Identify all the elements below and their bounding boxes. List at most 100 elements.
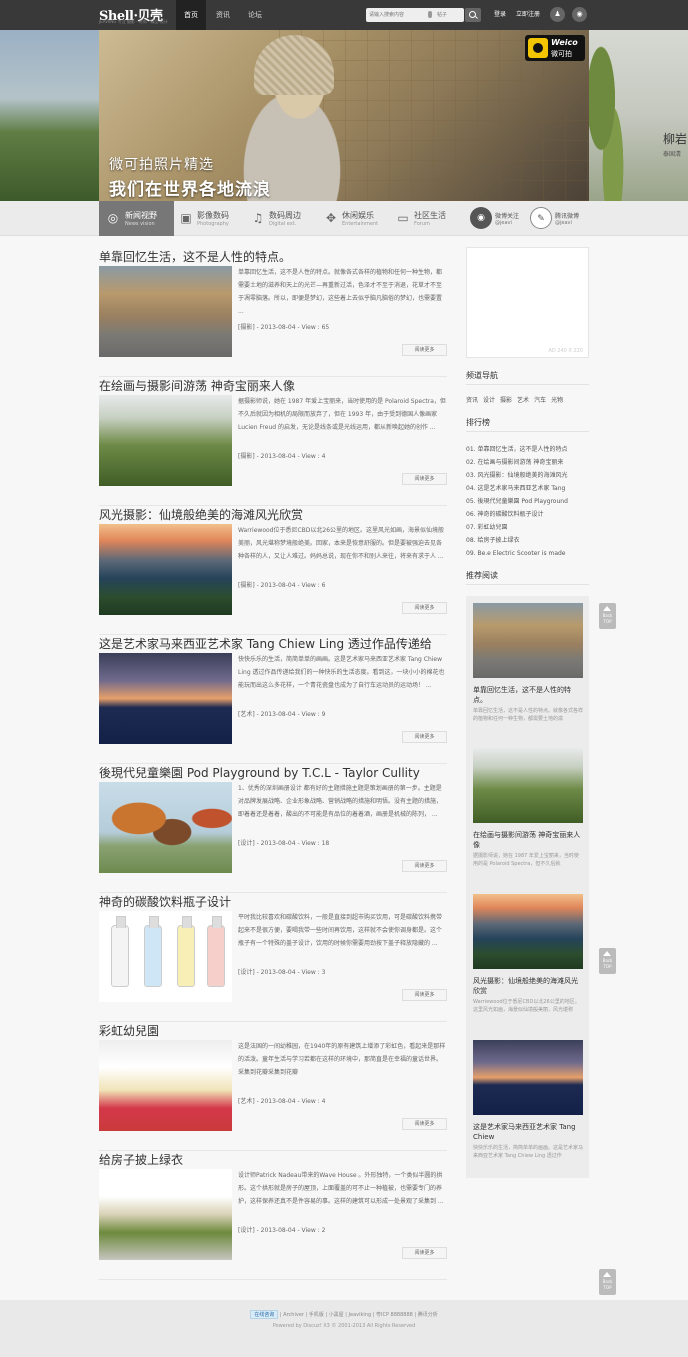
sina-weibo-icon: ◉ [470,207,492,229]
article-item: 给房子披上绿衣 设计师Patrick Nadeau带来的Wave House 。… [99,1151,447,1280]
online-consult-button[interactable]: 在线咨询 [250,1310,279,1319]
category-label: 新闻视野 [125,211,157,220]
recommended-title[interactable]: 这是艺术家马来西亚艺术家 Tang Chiew [473,1122,583,1142]
back-to-top-button[interactable]: Back TOP [599,948,616,974]
chat-bubble-icon: ▭ [397,211,409,225]
banner-headline: 我们在世界各地流浪 [109,180,271,200]
ranking-item[interactable]: 07. 彩虹幼兒園 [466,521,589,534]
register-link[interactable]: 立即注册 [516,0,540,30]
recommended-thumbnail[interactable] [473,748,583,823]
article-thumbnail[interactable] [99,524,232,615]
ranking-item[interactable]: 09. Be.e Electric Scooter is made [466,547,589,560]
channel-links: 资讯 设计 摄影 艺术 汽车 光物 [466,395,589,404]
qq-icon[interactable]: ♟ [550,7,565,22]
ranking-item[interactable]: 05. 後現代兒童樂園 Pod Playground [466,495,589,508]
category-photography[interactable]: ▣ 影像数码 Photography [178,201,246,236]
channel-link[interactable]: 摄影 [500,397,512,404]
recommended-title[interactable]: 在绘画与摄影间游荡 神奇宝丽来人像 [473,830,583,850]
channel-nav-heading: 频道导航 [466,371,498,380]
ranking-list: 01. 单靠回忆生活，这不是人性的特点 02. 在绘画与摄影间游荡 神奇宝丽来 … [466,443,589,560]
channel-link[interactable]: 光物 [551,397,563,404]
article-summary: 这是法国的一间幼稚园，在1940年的原有建筑上增添了彩虹色，看起来是那样的活泼。… [238,1043,446,1076]
category-news-vision[interactable]: ◎ 新闻视野 News vision [99,201,174,236]
category-label: 休闲娱乐 [342,211,374,220]
back-to-top-button[interactable]: Back TOP [599,1269,616,1295]
category-sublabel: Photography [197,221,229,227]
article-thumbnail[interactable] [99,395,232,486]
article-title[interactable]: 後現代兒童樂園 Pod Playground by T.C.L - Taylor… [99,764,420,781]
ranking-item[interactable]: 03. 风光摄影：仙境般绝美的海滩风光 [466,469,589,482]
nav-forum[interactable]: 论坛 [240,0,270,30]
article-thumbnail[interactable] [99,782,232,873]
category-entertainment[interactable]: ✥ 休闲娱乐 Entertainment [323,201,391,236]
article-thumbnail[interactable] [99,266,232,357]
ranking-item[interactable]: 08. 给房子披上绿衣 [466,534,589,547]
article-thumbnail[interactable] [99,1040,232,1131]
article-thumbnail[interactable] [99,911,232,1002]
article-meta: [摄影] - 2013-08-04 - View : 4 [238,453,326,460]
weibo-follow[interactable]: ◉ 微博关注 @jeavi [470,207,528,231]
recommended-summary: Warriewood位于悉尼CBD以北26公里的地区。这里风光如画，海景似仙境般… [473,999,580,1013]
read-more-button[interactable]: 阅读更多 [402,344,447,356]
weibo-icon[interactable]: ◉ [572,7,587,22]
article-thumbnail[interactable] [99,653,232,744]
divider [466,384,589,385]
weico-badge-cn: 微可拍 [551,50,572,58]
category-sublabel: Entertainment [342,221,379,227]
recommended-thumbnail[interactable] [473,1040,583,1115]
social-handle: @jeavi [495,220,512,226]
back-to-top-button[interactable]: Back TOP [599,603,616,629]
article-title[interactable]: 单靠回忆生活，这不是人性的特点。 [99,248,291,265]
site-logo-tagline: JEAVIING 专注 摄影 · 时尚 · 精品 设计 [99,19,168,24]
recommended-thumbnail[interactable] [473,603,583,678]
login-link[interactable]: 登录 [494,0,506,30]
banner-prev-slide[interactable] [0,30,99,201]
article-title[interactable]: 神奇的碳酸饮料瓶子设计 [99,893,231,910]
read-more-button[interactable]: 阅读更多 [402,1247,447,1259]
ranking-item[interactable]: 01. 单靠回忆生活，这不是人性的特点 [466,443,589,456]
channel-link[interactable]: 汽车 [534,397,546,404]
recommended-title[interactable]: 单靠回忆生活，这不是人性的特点。 [473,685,583,705]
article-title[interactable]: 这是艺术家马来西亚艺术家 Tang Chiew Ling 透过作品传递给 [99,635,432,652]
article-item: 风光摄影：仙境般绝美的海滩风光欣赏 Warriewood位于悉尼CBD以北26公… [99,506,447,635]
article-title[interactable]: 风光摄影：仙境般绝美的海滩风光欣赏 [99,506,303,523]
banner-carousel[interactable]: 柳岩 泰国清 Weico 微可拍 微可拍照片精选 我们在世界各地流浪 [0,30,688,201]
category-forum[interactable]: ▭ 社区生活 Forum [395,201,457,236]
category-digital-ext[interactable]: ♫ 数码周边 Digital ext. [250,201,318,236]
article-title[interactable]: 在绘画与摄影间游荡 神奇宝丽来人像 [99,377,295,394]
search-input[interactable] [369,8,427,22]
read-more-button[interactable]: 阅读更多 [402,473,447,485]
divider [466,431,589,432]
read-more-button[interactable]: 阅读更多 [402,731,447,743]
search-type-select[interactable]: 帖子 [437,8,447,22]
photo-camera-icon: ▣ [180,211,192,225]
nav-news[interactable]: 资讯 [208,0,238,30]
article-title[interactable]: 给房子披上绿衣 [99,1151,183,1168]
nav-home[interactable]: 首页 [176,0,206,30]
tencent-weibo-follow[interactable]: ✎ 腾讯微博 @jeavi [530,207,588,231]
search-button[interactable] [465,8,481,22]
read-more-button[interactable]: 阅读更多 [402,1118,447,1130]
ranking-item[interactable]: 02. 在绘画与摄影间游荡 神奇宝丽来 [466,456,589,469]
weico-badge-name: Weico [551,38,578,47]
microphone-icon[interactable] [428,11,432,18]
read-more-button[interactable]: 阅读更多 [402,602,447,614]
article-thumbnail[interactable] [99,1169,232,1260]
ranking-item[interactable]: 06. 神奇的碳酸饮料瓶子设计 [466,508,589,521]
recommended-thumbnail[interactable] [473,894,583,969]
ad-placeholder[interactable]: AD 240 X 220 [466,247,589,358]
article-title[interactable]: 彩虹幼兒園 [99,1022,159,1039]
read-more-button[interactable]: 阅读更多 [402,860,447,872]
read-more-button[interactable]: 阅读更多 [402,989,447,1001]
channel-link[interactable]: 设计 [483,397,495,404]
footer-links: 在线咨询 | Archiver | 手机版 | 小黑屋 | Jeaviking … [0,1310,688,1319]
ad-size-label: AD 240 X 220 [548,348,583,354]
channel-link[interactable]: 艺术 [517,397,529,404]
recommended-title[interactable]: 风光摄影：仙境般绝美的海滩风光欣赏 [473,976,583,996]
category-sublabel: Digital ext. [269,221,297,227]
ranking-item[interactable]: 04. 这是艺术家马来西亚艺术家 Tang [466,482,589,495]
channel-link[interactable]: 资讯 [466,397,478,404]
banner-next-slide[interactable]: 柳岩 泰国清 [589,30,688,201]
footer-link-list[interactable]: | Archiver | 手机版 | 小黑屋 | Jeaviking | 粤IC… [280,1312,438,1318]
leaf-graphic [589,30,629,201]
